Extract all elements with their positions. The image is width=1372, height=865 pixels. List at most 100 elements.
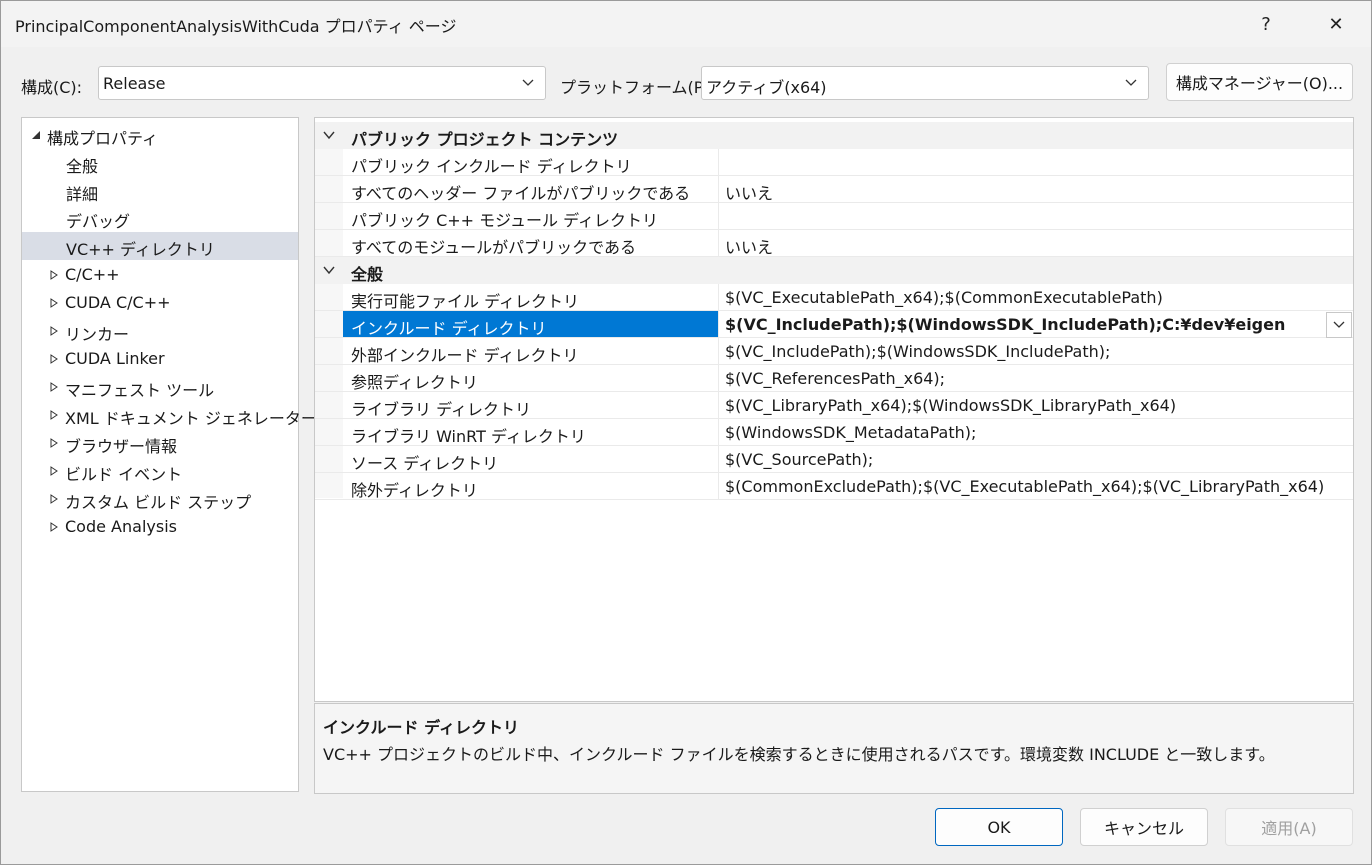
collapsed-triangle-icon[interactable] [49,270,59,280]
tree-item-label: リンカー [65,325,130,344]
chevron-down-icon[interactable] [323,265,335,275]
property-grid: パブリック プロジェクト コンテンツ パブリック インクルード ディレクトリ すべて… [314,117,1354,702]
property-row[interactable]: ライブラリ WinRT ディレクトリ $(WindowsSDK_MetadataP… [315,419,1353,446]
chevron-down-icon [1125,79,1137,86]
help-button[interactable]: ? [1231,1,1301,47]
property-value[interactable]: $(WindowsSDK_MetadataPath); [718,419,982,445]
property-row[interactable]: 除外ディレクトリ $(CommonExcludePath);$(VC_Execut… [315,473,1353,500]
property-value[interactable]: $(CommonExcludePath);$(VC_ExecutablePath… [718,473,1330,499]
apply-button[interactable]: 適用(A) [1225,808,1353,846]
config-label: 構成(C): [21,78,83,97]
tree-item-label: 全般 [66,157,99,176]
config-value: Release [103,74,166,93]
collapsed-triangle-icon[interactable] [49,298,59,308]
tree-item[interactable]: マニフェスト ツール [22,373,298,401]
category-row[interactable]: パブリック プロジェクト コンテンツ [315,122,1353,149]
property-value[interactable]: $(VC_ExecutablePath_x64);$(CommonExecuta… [718,284,1169,310]
property-name: インクルード ディレクトリ [343,311,718,337]
tree-item-label: CUDA Linker [65,349,165,368]
property-row[interactable]: パブリック C++ モジュール ディレクトリ [315,203,1353,230]
tree-item[interactable]: デバッグ [22,204,298,232]
property-row[interactable]: 外部インクルード ディレクトリ $(VC_IncludePath);$(Windo… [315,338,1353,365]
platform-value: アクティブ(x64) [706,78,827,97]
collapsed-triangle-icon[interactable] [49,354,59,364]
collapsed-triangle-icon[interactable] [49,522,59,532]
chevron-down-icon [1333,321,1345,328]
tree-item-label: CUDA C/C++ [65,293,171,312]
property-row[interactable]: 参照ディレクトリ $(VC_ReferencesPath_x64); [315,365,1353,392]
property-row[interactable]: ライブラリ ディレクトリ $(VC_LibraryPath_x64);$(Wind… [315,392,1353,419]
property-name: ライブラリ WinRT ディレクトリ [351,427,586,445]
tree-item[interactable]: VC++ ディレクトリ [22,232,298,260]
tree-item[interactable]: CUDA C/C++ [22,289,298,317]
chevron-down-icon[interactable] [323,130,335,140]
property-name: 除外ディレクトリ [351,481,478,499]
property-name: 実行可能ファイル ディレクトリ [351,292,579,310]
category-row[interactable]: 全般 [315,257,1353,284]
platform-combo[interactable]: アクティブ(x64) [701,66,1149,100]
collapsed-triangle-icon[interactable] [49,466,59,476]
tree-item[interactable]: CUDA Linker [22,345,298,373]
tree-item[interactable]: 全般 [22,149,298,177]
collapsed-triangle-icon[interactable] [49,382,59,392]
cancel-button[interactable]: キャンセル [1080,808,1208,846]
property-value[interactable]: $(VC_IncludePath);$(WindowsSDK_IncludePa… [718,311,1291,337]
property-value[interactable]: $(VC_IncludePath);$(WindowsSDK_IncludePa… [718,338,1116,364]
category-label: 全般 [351,265,384,283]
collapsed-triangle-icon[interactable] [49,326,59,336]
property-row[interactable]: インクルード ディレクトリ $(VC_IncludePath);$(Windows… [315,311,1353,338]
property-value[interactable] [718,149,731,175]
property-name: 外部インクルード ディレクトリ [351,346,579,364]
property-value[interactable]: いいえ [718,230,779,257]
property-value[interactable]: $(VC_SourcePath); [718,446,879,472]
tree-item-label: マニフェスト ツール [65,381,215,400]
description-title: インクルード ディレクトリ [323,718,519,737]
property-row[interactable]: パブリック インクルード ディレクトリ [315,149,1353,176]
tree-item[interactable]: ブラウザー情報 [22,429,298,457]
tree-item-label: 詳細 [66,185,99,204]
config-combo[interactable]: Release [98,66,546,100]
property-name: パブリック C++ モジュール ディレクトリ [351,211,659,229]
property-name: パブリック インクルード ディレクトリ [351,157,632,175]
tree-item-label: C/C++ [65,265,120,284]
property-pages-dialog: PrincipalComponentAnalysisWithCuda プロパティ… [0,0,1372,865]
description-panel: インクルード ディレクトリ VC++ プロジェクトのビルド中、インクルード ファ… [314,703,1354,794]
close-button[interactable]: ✕ [1301,1,1371,47]
ok-button[interactable]: OK [935,808,1063,846]
tree-item[interactable]: ビルド イベント [22,457,298,485]
property-row[interactable]: 実行可能ファイル ディレクトリ $(VC_ExecutablePath_x64);… [315,284,1353,311]
config-manager-button[interactable]: 構成マネージャー(O)... [1166,63,1353,101]
property-row[interactable]: すべてのヘッダー ファイルがパブリックである いいえ [315,176,1353,203]
property-name: 参照ディレクトリ [351,373,478,391]
platform-label: プラットフォーム(P): [560,78,716,97]
tree-item[interactable]: XML ドキュメント ジェネレーター [22,401,317,429]
tree-item[interactable]: C/C++ [22,261,298,289]
property-row[interactable]: すべてのモジュールがパブリックである いいえ [315,230,1353,257]
property-value[interactable]: いいえ [718,176,779,203]
collapsed-triangle-icon[interactable] [49,494,59,504]
tree-item[interactable]: Code Analysis [22,513,298,541]
description-text: VC++ プロジェクトのビルド中、インクルード ファイルを検索するときに使用され… [323,745,1275,764]
property-value[interactable] [718,203,731,229]
collapsed-triangle-icon[interactable] [49,438,59,448]
property-value[interactable]: $(VC_ReferencesPath_x64); [718,365,951,391]
tree-item[interactable]: カスタム ビルド ステップ [22,485,298,513]
tree-item-label: デバッグ [66,212,131,231]
property-name: すべてのヘッダー ファイルがパブリックである [351,184,691,202]
value-dropdown-button[interactable] [1326,312,1352,338]
property-name: すべてのモジュールがパブリックである [351,238,636,256]
tree-item-label: カスタム ビルド ステップ [65,493,252,512]
expanded-triangle-icon[interactable] [31,130,41,140]
tree-item[interactable]: 構成プロパティ [22,121,298,149]
property-value[interactable]: $(VC_LibraryPath_x64);$(WindowsSDK_Libra… [718,392,1182,418]
category-tree: 構成プロパティ全般詳細デバッグ VC++ ディレクトリ C/C++ CUDA C/C+… [21,117,317,792]
tree-item[interactable]: 詳細 [22,177,298,205]
property-row[interactable]: ソース ディレクトリ $(VC_SourcePath); [315,446,1353,473]
chevron-down-icon [522,79,534,86]
category-label: パブリック プロジェクト コンテンツ [351,130,619,148]
collapsed-triangle-icon[interactable] [49,410,59,420]
tree-item-label: Code Analysis [65,517,177,536]
tree-item[interactable]: リンカー [22,317,298,345]
tree-item-label: VC++ ディレクトリ [66,240,215,259]
property-name: ソース ディレクトリ [351,454,499,472]
